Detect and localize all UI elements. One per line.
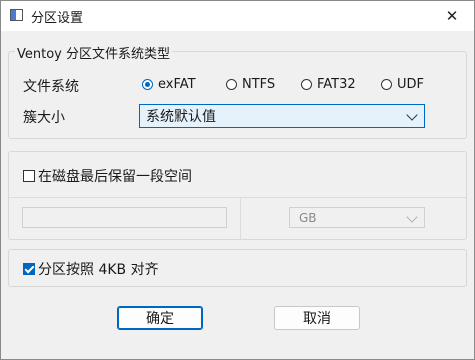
radio-exfat-label: exFAT xyxy=(158,77,196,92)
radio-exfat[interactable]: exFAT xyxy=(142,77,196,92)
reserve-space-checkbox-box[interactable] xyxy=(23,170,35,182)
radio-ntfs[interactable]: NTFS xyxy=(226,77,275,92)
divider xyxy=(9,197,466,198)
radio-fat32-label: FAT32 xyxy=(317,77,356,92)
align-4kb-label: 分区按照 4KB 对齐 xyxy=(38,262,159,278)
radio-udf[interactable]: UDF xyxy=(381,77,424,92)
cluster-size-label: 簇大小 xyxy=(23,110,65,126)
filesystem-label: 文件系统 xyxy=(23,79,79,95)
reserve-unit-select[interactable]: GB xyxy=(289,207,425,228)
chevron-down-icon xyxy=(406,211,418,223)
reserve-size-input[interactable] xyxy=(22,207,227,228)
radio-fat32-indicator[interactable] xyxy=(301,79,312,90)
reserve-unit-value: GB xyxy=(299,210,317,225)
ok-button[interactable]: 确定 xyxy=(117,306,203,330)
radio-ntfs-indicator[interactable] xyxy=(226,79,237,90)
align-4kb-checkbox[interactable]: 分区按照 4KB 对齐 xyxy=(23,259,159,279)
app-window-icon xyxy=(10,9,23,21)
radio-ntfs-label: NTFS xyxy=(242,77,276,92)
reserve-space-checkbox[interactable]: 在磁盘最后保留一段空间 xyxy=(23,166,192,186)
divider xyxy=(240,197,241,240)
partition-settings-dialog: 分区设置 ✕ Ventoy 分区文件系统类型 文件系统 exFAT NTFS F… xyxy=(0,0,475,360)
radio-udf-indicator[interactable] xyxy=(381,79,392,90)
close-button[interactable]: ✕ xyxy=(436,4,468,28)
reserve-space-label: 在磁盘最后保留一段空间 xyxy=(38,169,192,185)
title-bar: 分区设置 ✕ xyxy=(1,1,474,31)
cluster-size-select[interactable]: 系统默认值 xyxy=(139,104,425,128)
radio-fat32[interactable]: FAT32 xyxy=(301,77,356,92)
window-title: 分区设置 xyxy=(31,11,84,26)
radio-exfat-indicator[interactable] xyxy=(142,79,153,90)
chevron-down-icon xyxy=(406,109,418,121)
cluster-size-value: 系统默认值 xyxy=(146,109,216,125)
radio-udf-label: UDF xyxy=(397,77,425,92)
partition-type-legend: Ventoy 分区文件系统类型 xyxy=(15,43,172,62)
align-4kb-checkbox-box[interactable] xyxy=(23,263,35,275)
cancel-button[interactable]: 取消 xyxy=(274,306,360,330)
